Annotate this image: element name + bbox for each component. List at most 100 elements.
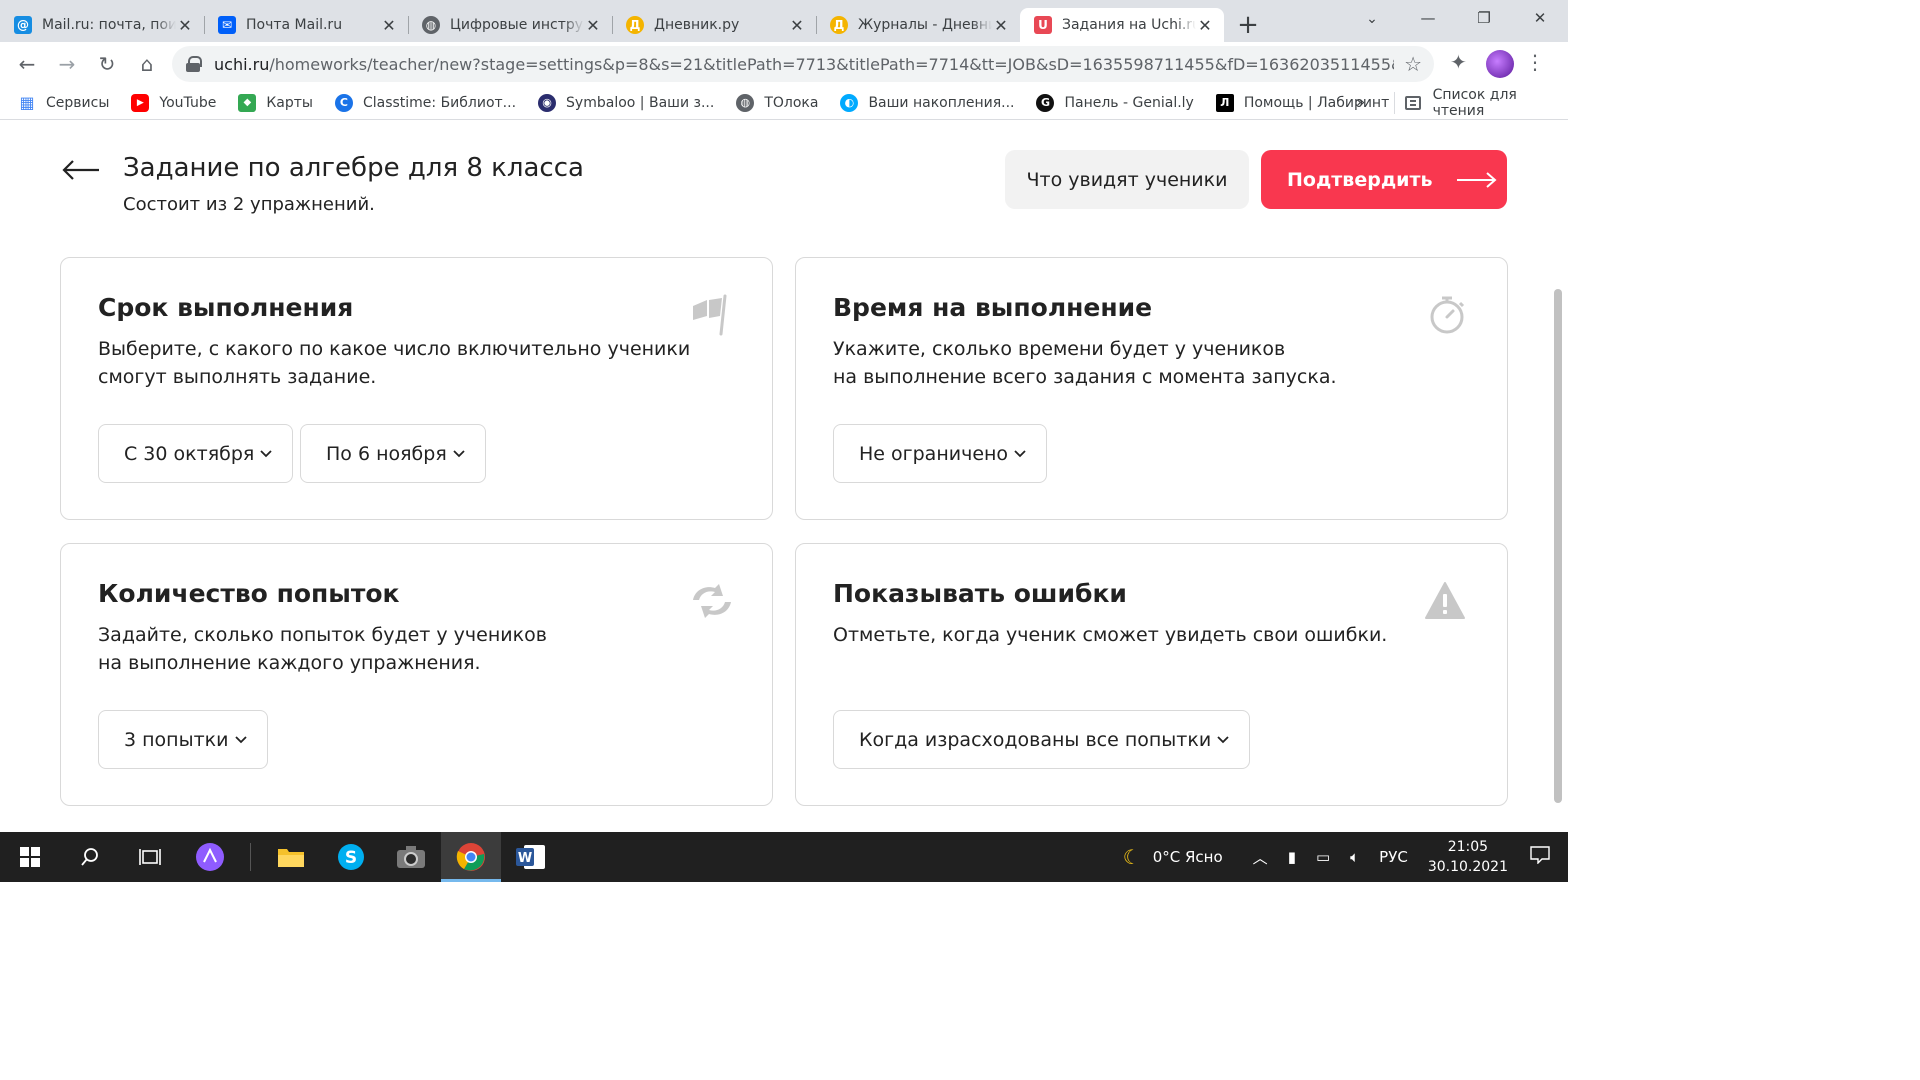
tab-title: Дневник.ру	[654, 17, 740, 33]
tab-mailru[interactable]: @ Mail.ru: почта, поиск в интернете, нов…	[0, 8, 204, 42]
skype-icon[interactable]: S	[321, 832, 381, 882]
lock-icon[interactable]	[186, 56, 202, 72]
bookmark-classtime[interactable]: C Classtime: Библиот...	[334, 93, 516, 112]
tab-title: Mail.ru: почта, поиск в интернете, новос…	[42, 17, 176, 33]
bookmark-label: YouTube	[159, 94, 217, 111]
bookmark-symbaloo[interactable]: ◉ Symbaloo | Ваши з...	[538, 93, 714, 112]
scrollbar-thumb[interactable]	[1554, 289, 1562, 803]
tab-dnevnik[interactable]: Д Дневник.ру ✕	[612, 8, 816, 42]
close-icon[interactable]: ✕	[788, 16, 806, 35]
clock[interactable]: 21:05 30.10.2021	[1428, 837, 1508, 877]
new-tab-button[interactable]: +	[1228, 8, 1268, 42]
savings-icon: ◐	[840, 93, 859, 112]
tab-title: Цифровые инструменты	[450, 17, 584, 33]
clock-date: 30.10.2021	[1427, 859, 1508, 875]
arrow-right-icon	[1456, 171, 1497, 188]
search-icon[interactable]	[60, 832, 120, 882]
tab-uchi[interactable]: U Задания на Uchi.ru ✕	[1020, 8, 1224, 42]
bookmark-youtube[interactable]: ▶ YouTube	[131, 93, 217, 112]
bookmark-label: Помощь | Лабиринт	[1243, 94, 1390, 111]
minimize-button[interactable]: —	[1400, 0, 1456, 36]
svg-text:S: S	[345, 848, 357, 868]
attempts-dropdown[interactable]: 3 попытки	[98, 710, 268, 769]
home-icon[interactable]: ⌂	[128, 45, 166, 83]
restore-button[interactable]: ❐	[1456, 0, 1512, 36]
kebab-menu-icon[interactable]: ⋮	[1525, 50, 1545, 74]
close-icon[interactable]: ✕	[992, 16, 1010, 35]
bookmark-label: Карты	[266, 94, 313, 111]
show-errors-dropdown[interactable]: Когда израсходованы все попытки	[833, 710, 1251, 769]
show-errors-card: Показывать ошибки Отметьте, когда ученик…	[795, 543, 1508, 806]
card-description-line: смогут выполнять задание.	[98, 366, 377, 388]
bookmark-genially[interactable]: G Панель - Genial.ly	[1036, 93, 1194, 112]
word-icon[interactable]: W	[501, 832, 561, 882]
apps-grid-icon: ▦	[19, 93, 35, 112]
card-description: Задайте, сколько попыток будет у ученико…	[98, 621, 698, 677]
tab-mail[interactable]: ✉ Почта Mail.ru ✕	[204, 8, 408, 42]
bookmark-star-icon[interactable]: ☆	[1404, 52, 1422, 76]
chrome-icon[interactable]	[441, 832, 501, 882]
card-title: Количество попыток	[98, 579, 400, 608]
close-icon[interactable]: ✕	[584, 16, 602, 35]
chevron-down-icon	[1014, 449, 1026, 457]
start-button[interactable]	[0, 832, 60, 882]
homework-settings-page: Задание по алгебре для 8 класса Состоит …	[0, 121, 1568, 832]
page-title: Задание по алгебре для 8 класса	[123, 153, 584, 183]
browser-tab-strip: @ Mail.ru: почта, поиск в интернете, нов…	[0, 0, 1568, 42]
battery-icon[interactable]: ▭	[1316, 848, 1330, 866]
reading-list-button[interactable]: Список для чтения	[1394, 87, 1568, 119]
address-bar[interactable]: uchi.ru/homeworks/teacher/new?stage=sett…	[172, 46, 1434, 82]
card-description: Отметьте, когда ученик сможет увидеть св…	[833, 621, 1433, 649]
time-limit-dropdown[interactable]: Не ограничено	[833, 424, 1048, 483]
genially-icon: G	[1036, 93, 1055, 112]
time-limit-card: Время на выполнение Укажите, сколько вре…	[795, 257, 1508, 520]
bookmark-toloka[interactable]: ◍ ТОлока	[736, 93, 818, 112]
volume-icon[interactable]: 🔈︎	[1350, 848, 1359, 866]
end-date-dropdown[interactable]: По 6 ноября	[300, 424, 486, 483]
card-description: Укажите, сколько времени будет у ученико…	[833, 335, 1433, 391]
tab-digital-tools[interactable]: ◍ Цифровые инструменты ✕	[408, 8, 612, 42]
dropdown-value: Когда израсходованы все попытки	[859, 728, 1212, 751]
bookmark-maps[interactable]: ◆ Карты	[238, 93, 313, 112]
bookmark-services[interactable]: ▦ Сервисы	[18, 93, 110, 112]
start-date-dropdown[interactable]: С 30 октября	[98, 424, 294, 483]
back-arrow-icon[interactable]	[62, 159, 100, 181]
taskbar-separator	[250, 843, 251, 871]
bookmark-savings[interactable]: ◐ Ваши накопления...	[840, 93, 1014, 112]
preview-student-view-button[interactable]: Что увидят ученики	[1005, 150, 1249, 209]
mailru-at-icon: @	[14, 16, 32, 34]
close-icon[interactable]: ✕	[380, 16, 398, 35]
language-indicator[interactable]: РУС	[1379, 848, 1408, 866]
profile-avatar[interactable]	[1486, 50, 1514, 78]
close-icon[interactable]: ✕	[176, 16, 194, 35]
task-view-icon[interactable]	[120, 832, 180, 882]
microphone-icon[interactable]: ▮	[1288, 848, 1296, 866]
back-icon[interactable]: ←	[8, 45, 46, 83]
tab-journals[interactable]: Д Журналы - Дневник.ру ✕	[816, 8, 1020, 42]
bookmarks-overflow-button[interactable]: »	[1356, 93, 1365, 111]
chevron-up-icon[interactable]: ︿	[1253, 847, 1268, 868]
clock-time: 21:05	[1447, 839, 1489, 855]
bookmark-label: Сервисы	[46, 94, 110, 111]
camera-icon[interactable]	[381, 832, 441, 882]
confirm-button[interactable]: Подтвердить	[1261, 150, 1507, 209]
card-title: Срок выполнения	[98, 293, 354, 322]
globe-icon: ◍	[736, 93, 755, 112]
forward-icon[interactable]: →	[48, 45, 86, 83]
dnevnik-icon: Д	[830, 16, 848, 34]
close-icon[interactable]: ✕	[1196, 16, 1214, 35]
close-window-button[interactable]: ✕	[1512, 0, 1568, 36]
reload-icon[interactable]: ↻	[88, 45, 126, 83]
uchi-icon: U	[1034, 16, 1052, 34]
url-text[interactable]: uchi.ru/homeworks/teacher/new?stage=sett…	[214, 55, 1394, 74]
notifications-icon[interactable]	[1530, 846, 1550, 868]
symbaloo-icon: ◉	[538, 93, 557, 112]
extensions-puzzle-icon[interactable]: ✦	[1450, 50, 1467, 74]
alice-assistant-icon[interactable]	[180, 832, 240, 882]
tab-search-icon[interactable]: ⌄	[1356, 4, 1388, 34]
browser-toolbar: ← → ↻ ⌂ uchi.ru/homeworks/teacher/new?st…	[0, 42, 1568, 86]
weather-text[interactable]: 0°C Ясно	[1153, 848, 1223, 866]
file-explorer-icon[interactable]	[261, 832, 321, 882]
card-description-line: Укажите, сколько времени будет у ученико…	[833, 338, 1286, 360]
windows-taskbar: S W ☾ 0°C Ясно ︿ ▮ ▭ 🔈︎ РУС 21:05 30.10.…	[0, 832, 1568, 882]
